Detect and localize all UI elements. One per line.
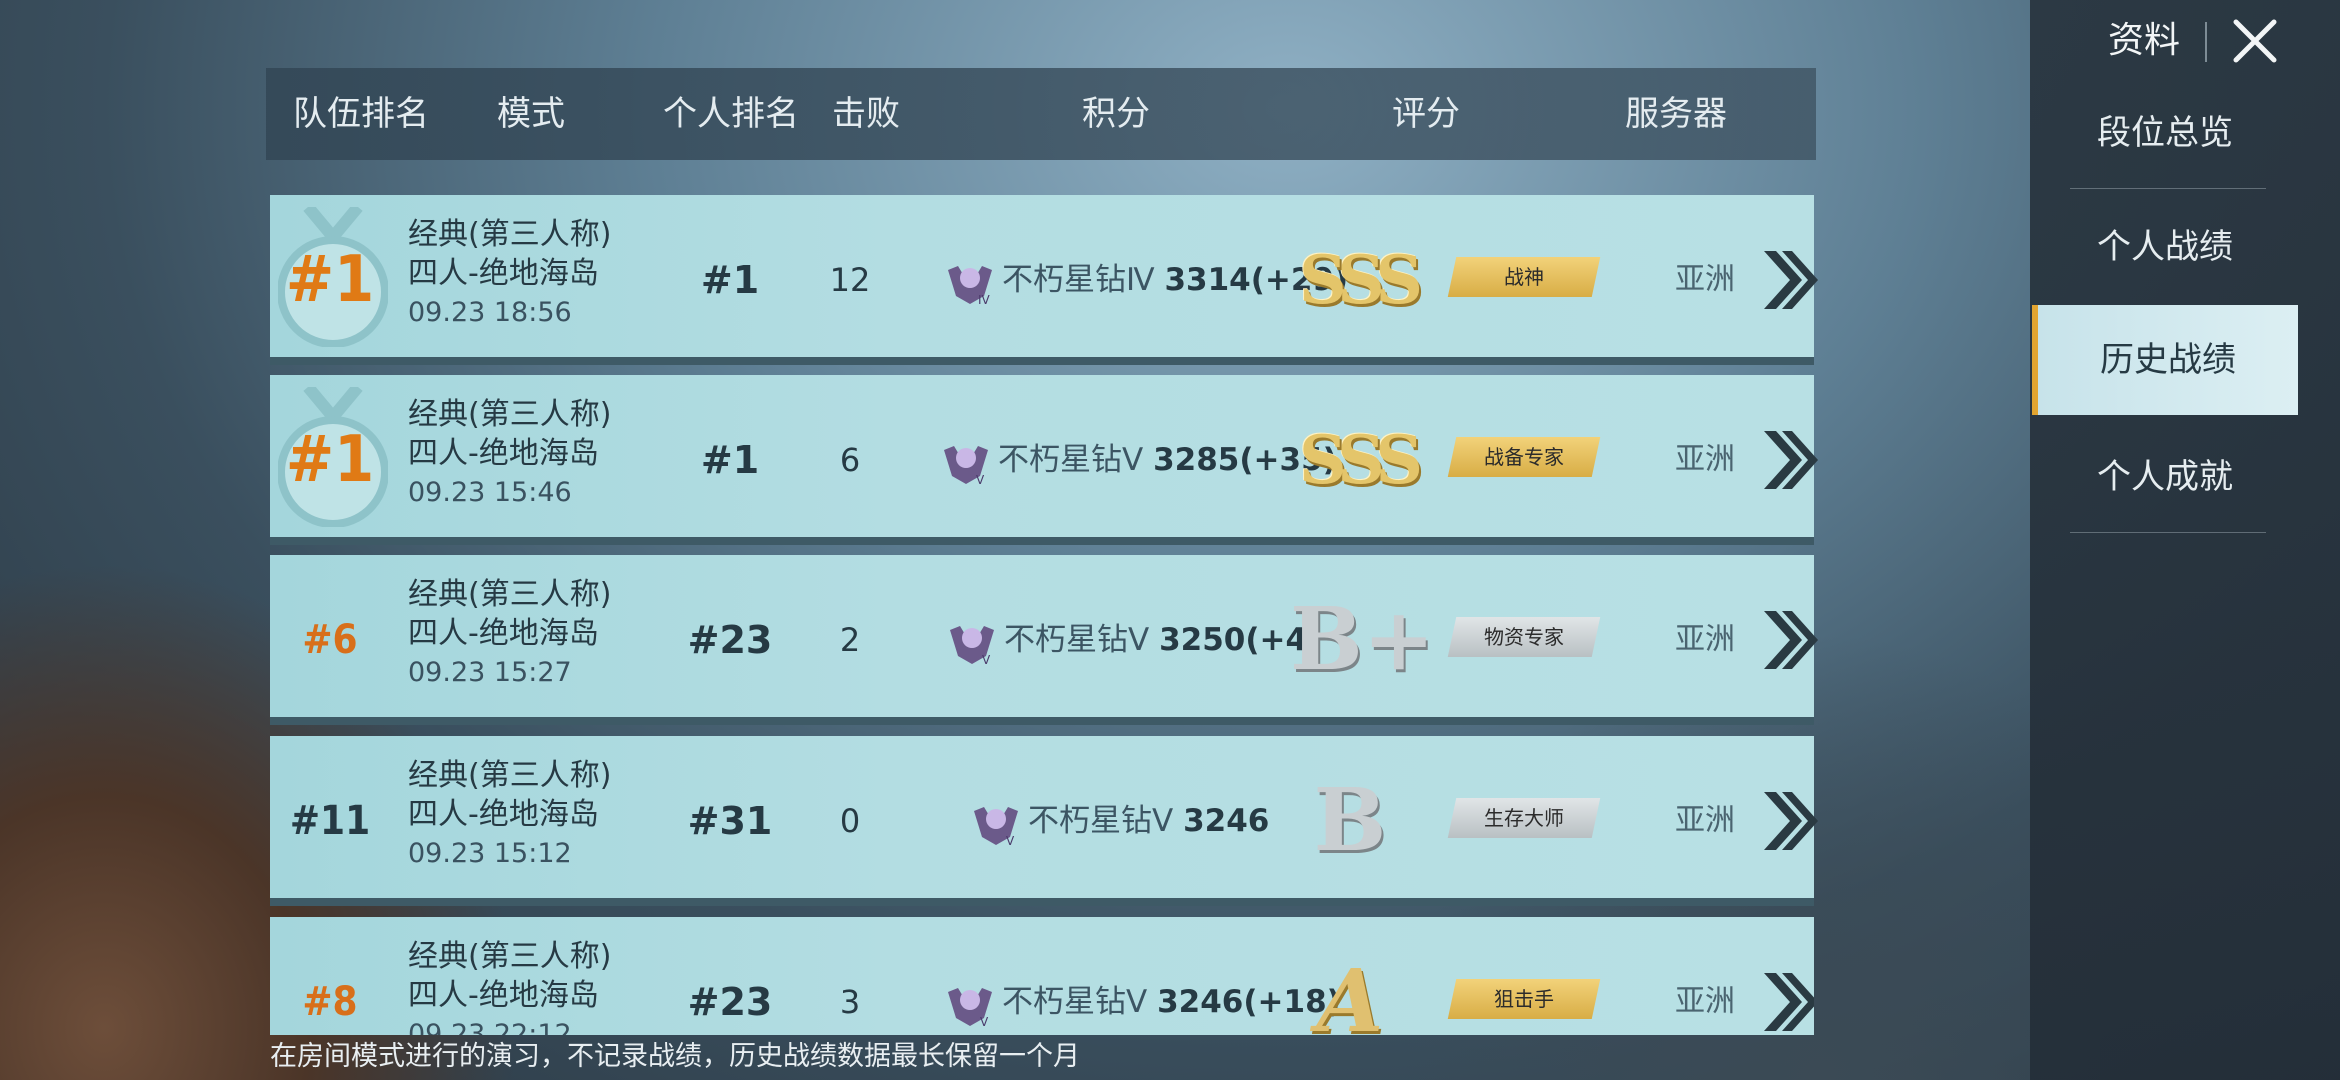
table-row[interactable]: #1 经典(第三人称) 四人-绝地海岛 09.23 18:56 #1 12 IV…	[270, 195, 1818, 365]
kill-count: 0	[839, 802, 861, 840]
grade-rating: SSS	[1298, 421, 1423, 499]
server-name: 亚洲	[1675, 984, 1735, 1019]
close-icon[interactable]	[2230, 16, 2280, 66]
sidebar-item-achievements[interactable]: 个人成就	[2030, 422, 2300, 532]
score-cell: V 不朽星钻Ⅴ 3285(+35)	[940, 375, 1337, 545]
match-info: 经典(第三人称) 四人-绝地海岛 09.23 15:46	[408, 395, 648, 512]
diamond-tier-icon: V	[974, 806, 1018, 848]
svg-text:V: V	[1006, 834, 1015, 848]
header-kills: 击败	[832, 94, 900, 134]
server-name: 亚洲	[1675, 622, 1735, 657]
sidebar: 资料 段位总览 个人战绩 历史战绩 个人成就	[2030, 0, 2340, 1080]
diamond-tier-icon: IV	[948, 265, 992, 307]
match-map: 四人-绝地海岛	[408, 797, 599, 832]
server-name: 亚洲	[1675, 262, 1735, 297]
divider	[2070, 188, 2266, 189]
table-row[interactable]: #1 经典(第三人称) 四人-绝地海岛 09.23 15:46 #1 6 V 不朽…	[270, 375, 1818, 545]
match-mode: 经典(第三人称)	[408, 217, 612, 252]
tier-name: 不朽星钻Ⅳ	[1002, 262, 1155, 298]
footer-note: 在房间模式进行的演习，不记录战绩，历史战绩数据最长保留一个月	[270, 1041, 1080, 1072]
title-badge: 物资专家	[1447, 617, 1601, 657]
diamond-tier-icon: V	[950, 625, 994, 667]
team-rank: #8	[302, 979, 358, 1025]
chevron-right-icon[interactable]	[1760, 247, 1820, 313]
header-server: 服务器	[1625, 94, 1727, 134]
team-rank: #1	[285, 243, 375, 317]
header-rating: 评分	[1392, 94, 1460, 134]
title-badge: 战神	[1447, 257, 1601, 297]
match-map: 四人-绝地海岛	[408, 978, 599, 1013]
grade-rating: SSS	[1298, 241, 1423, 319]
kill-count: 6	[839, 441, 861, 479]
svg-text:V: V	[980, 1015, 989, 1029]
server-name: 亚洲	[1675, 803, 1735, 838]
score-points: 3246	[1183, 803, 1270, 839]
kill-count: 2	[839, 621, 861, 659]
score-cell: V 不朽星钻Ⅴ 3246(+18)	[944, 917, 1341, 1035]
title-badge: 生存大师	[1447, 798, 1601, 838]
server-name: 亚洲	[1675, 442, 1735, 477]
match-date: 09.23 15:27	[408, 657, 572, 688]
svg-text:V: V	[982, 653, 991, 667]
sidebar-title: 资料	[2108, 20, 2181, 61]
table-row[interactable]: #8 经典(第三人称) 四人-绝地海岛 09.23 22:12 #23 3 V不…	[270, 917, 1814, 1035]
table-row[interactable]: #6 经典(第三人称) 四人-绝地海岛 09.23 15:27 #23 2 V不…	[270, 555, 1818, 725]
svg-text:V: V	[976, 473, 985, 487]
chevron-right-icon[interactable]	[1760, 427, 1820, 493]
tier-name: 不朽星钻Ⅴ	[1002, 984, 1148, 1020]
sidebar-item-match-history[interactable]: 历史战绩	[2032, 305, 2298, 415]
match-mode: 经典(第三人称)	[408, 758, 612, 793]
table-header: 队伍排名 模式 个人排名 击败 积分 评分 服务器	[266, 68, 1816, 160]
team-rank: #11	[289, 798, 371, 844]
match-map: 四人-绝地海岛	[408, 436, 599, 471]
header-mode: 模式	[497, 94, 565, 134]
match-mode: 经典(第三人称)	[408, 397, 612, 432]
divider	[2205, 22, 2207, 62]
title-badge: 战备专家	[1447, 437, 1601, 477]
match-info: 经典(第三人称) 四人-绝地海岛 09.23 22:12	[408, 937, 648, 1035]
match-date: 09.23 18:56	[408, 297, 572, 328]
match-date: 09.23 22:12	[408, 1019, 572, 1035]
divider	[2070, 532, 2266, 533]
score-cell: V 不朽星钻Ⅴ 3250(+4)	[946, 555, 1321, 725]
grade-rating: B+	[1290, 589, 1435, 690]
header-score: 积分	[1082, 94, 1150, 134]
kill-count: 3	[839, 983, 861, 1021]
tier-name: 不朽星钻Ⅴ	[1004, 622, 1150, 658]
grade-rating: A	[1316, 951, 1384, 1035]
tier-name: 不朽星钻Ⅴ	[1028, 803, 1174, 839]
match-date: 09.23 15:46	[408, 477, 572, 508]
sidebar-item-personal-stats[interactable]: 个人战绩	[2030, 192, 2300, 302]
match-info: 经典(第三人称) 四人-绝地海岛 09.23 15:27	[408, 575, 648, 692]
tier-name: 不朽星钻Ⅴ	[998, 442, 1144, 478]
table-row[interactable]: #11 经典(第三人称) 四人-绝地海岛 09.23 15:12 #31 0 V…	[270, 736, 1818, 906]
match-mode: 经典(第三人称)	[408, 577, 612, 612]
svg-text:IV: IV	[978, 293, 991, 307]
sidebar-item-rank-overview[interactable]: 段位总览	[2030, 78, 2300, 188]
chevron-right-icon[interactable]	[1760, 788, 1820, 854]
header-personal-rank: 个人排名	[663, 94, 799, 134]
team-rank: #6	[302, 617, 358, 663]
diamond-tier-icon: V	[948, 987, 992, 1029]
chevron-right-icon[interactable]	[1760, 607, 1820, 673]
match-info: 经典(第三人称) 四人-绝地海岛 09.23 15:12	[408, 756, 648, 873]
match-map: 四人-绝地海岛	[408, 256, 599, 291]
diamond-tier-icon: V	[944, 445, 988, 487]
grade-rating: B	[1313, 770, 1387, 871]
title-badge: 狙击手	[1447, 979, 1601, 1019]
match-map: 四人-绝地海岛	[408, 616, 599, 651]
match-mode: 经典(第三人称)	[408, 939, 612, 974]
score-cell: V 不朽星钻Ⅴ 3246	[970, 736, 1269, 906]
match-info: 经典(第三人称) 四人-绝地海岛 09.23 18:56	[408, 215, 648, 332]
team-rank: #1	[285, 423, 375, 497]
match-date: 09.23 15:12	[408, 838, 572, 869]
kill-count: 12	[829, 261, 871, 299]
chevron-right-icon[interactable]	[1760, 969, 1814, 1035]
header-team-rank: 队伍排名	[293, 94, 429, 134]
